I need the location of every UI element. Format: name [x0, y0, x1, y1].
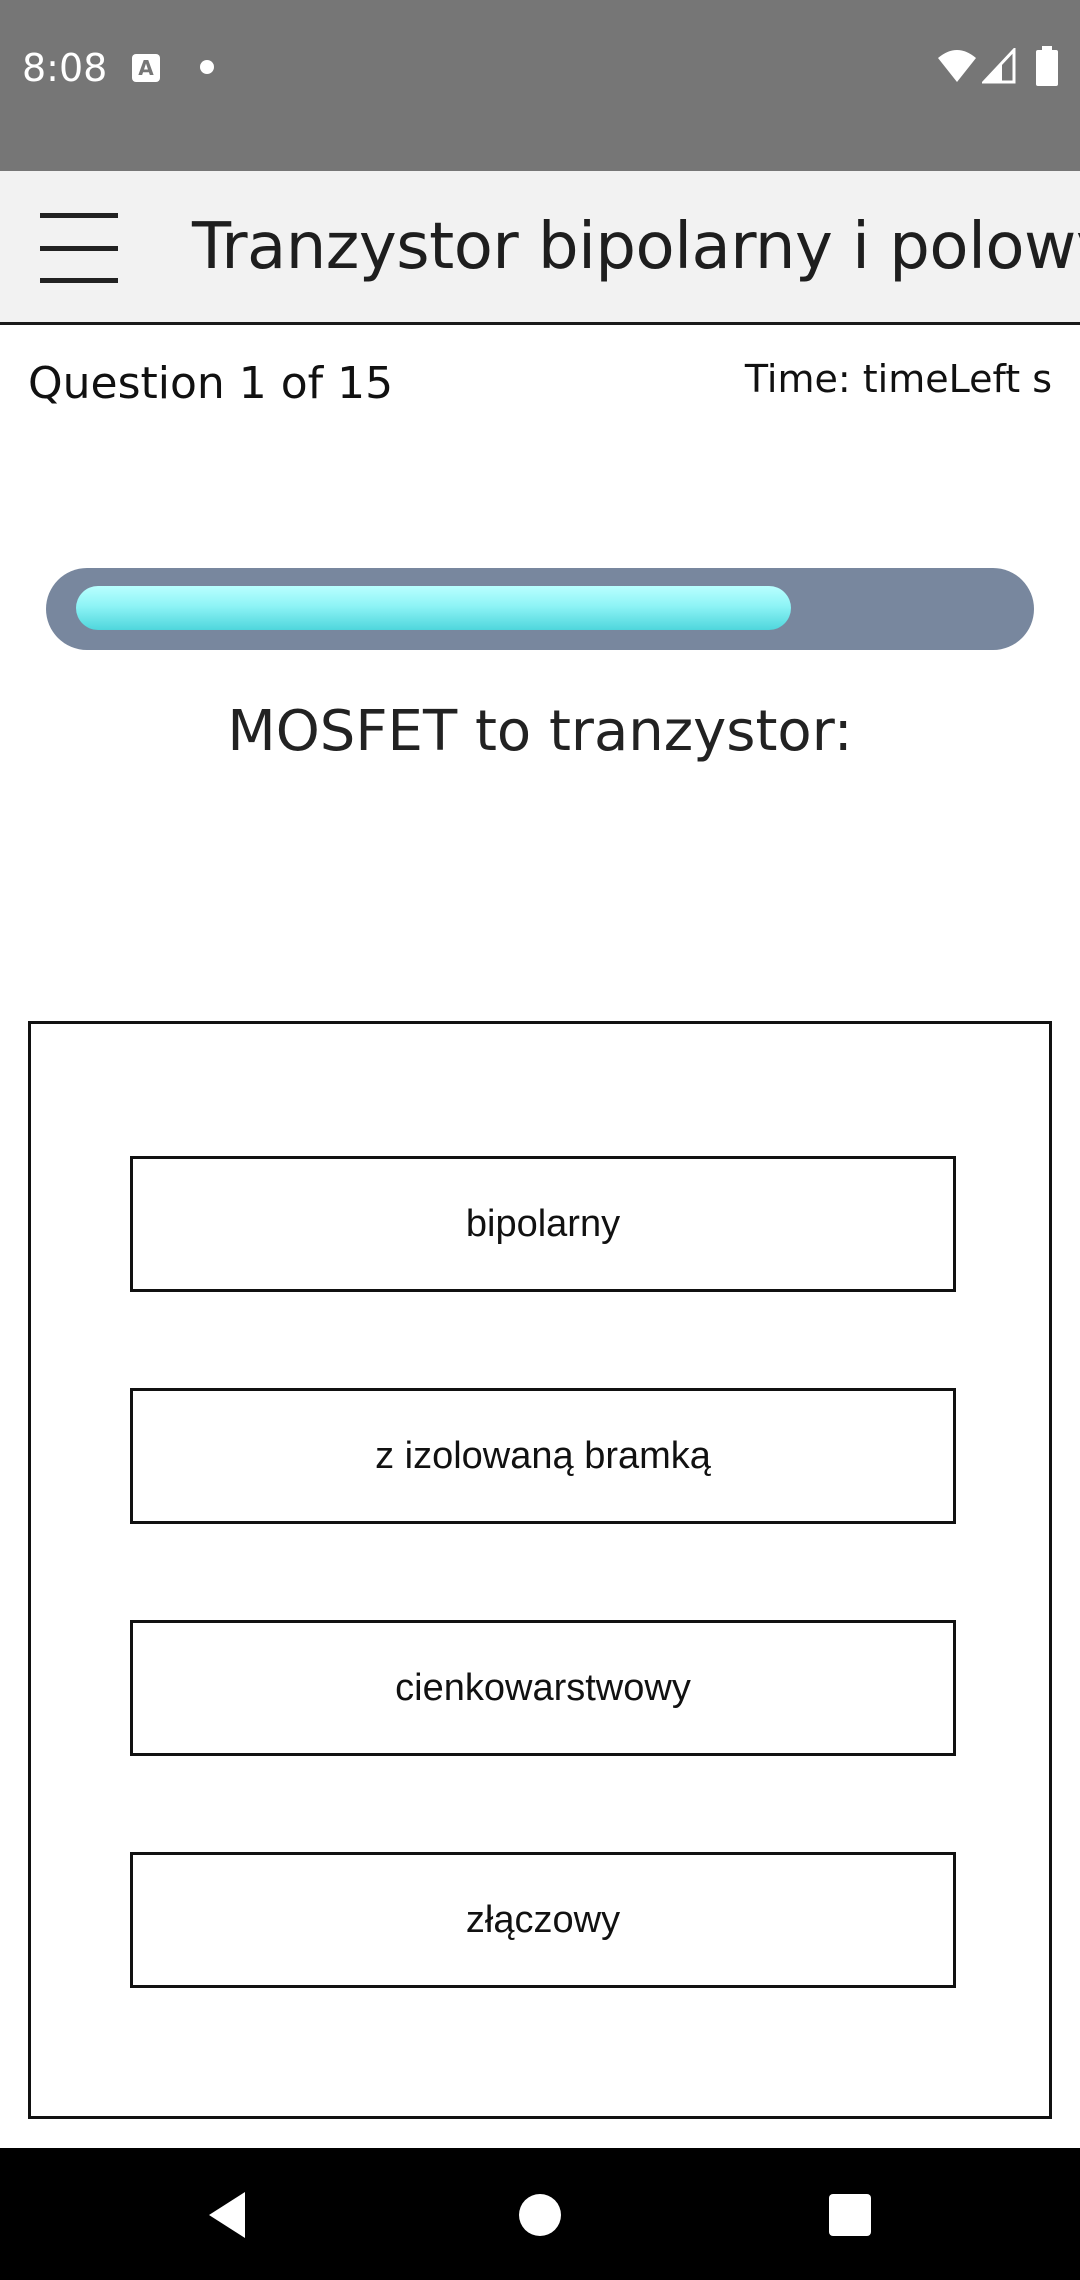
app-title: Tranzystor bipolarny i polowy [192, 210, 1080, 284]
answer-button-3[interactable]: cienkowarstwowy [130, 1620, 956, 1756]
question-counter: Question 1 of 15 [28, 358, 394, 409]
answer-button-4[interactable]: złączowy [130, 1852, 956, 1988]
time-progress-bar [46, 568, 1034, 650]
question-text: MOSFET to tranzystor: [227, 699, 853, 764]
system-navigation-bar [0, 2148, 1080, 2280]
a-notification-icon: A [132, 54, 160, 82]
time-left-label: Time: timeLeft s [744, 357, 1052, 401]
menu-line [40, 278, 118, 283]
hamburger-menu-icon[interactable] [40, 211, 118, 283]
dot-notification-icon [200, 60, 214, 74]
home-icon[interactable] [519, 2194, 561, 2236]
menu-line [40, 213, 118, 218]
recents-icon[interactable] [829, 2194, 871, 2236]
menu-line [40, 246, 118, 251]
back-icon[interactable] [205, 2190, 249, 2240]
status-bar: 8:08 A [0, 0, 1080, 171]
answers-container: bipolarny z izolowaną bramką cienkowarst… [28, 1021, 1052, 2119]
status-time: 8:08 [22, 46, 108, 90]
app-bar: Tranzystor bipolarny i polowy [0, 171, 1080, 325]
wifi-icon [938, 50, 976, 82]
battery-icon [1036, 46, 1058, 86]
cell-signal-icon [982, 48, 1016, 84]
answer-button-2[interactable]: z izolowaną bramką [130, 1388, 956, 1524]
time-progress-fill [76, 586, 791, 630]
answer-button-1[interactable]: bipolarny [130, 1156, 956, 1292]
